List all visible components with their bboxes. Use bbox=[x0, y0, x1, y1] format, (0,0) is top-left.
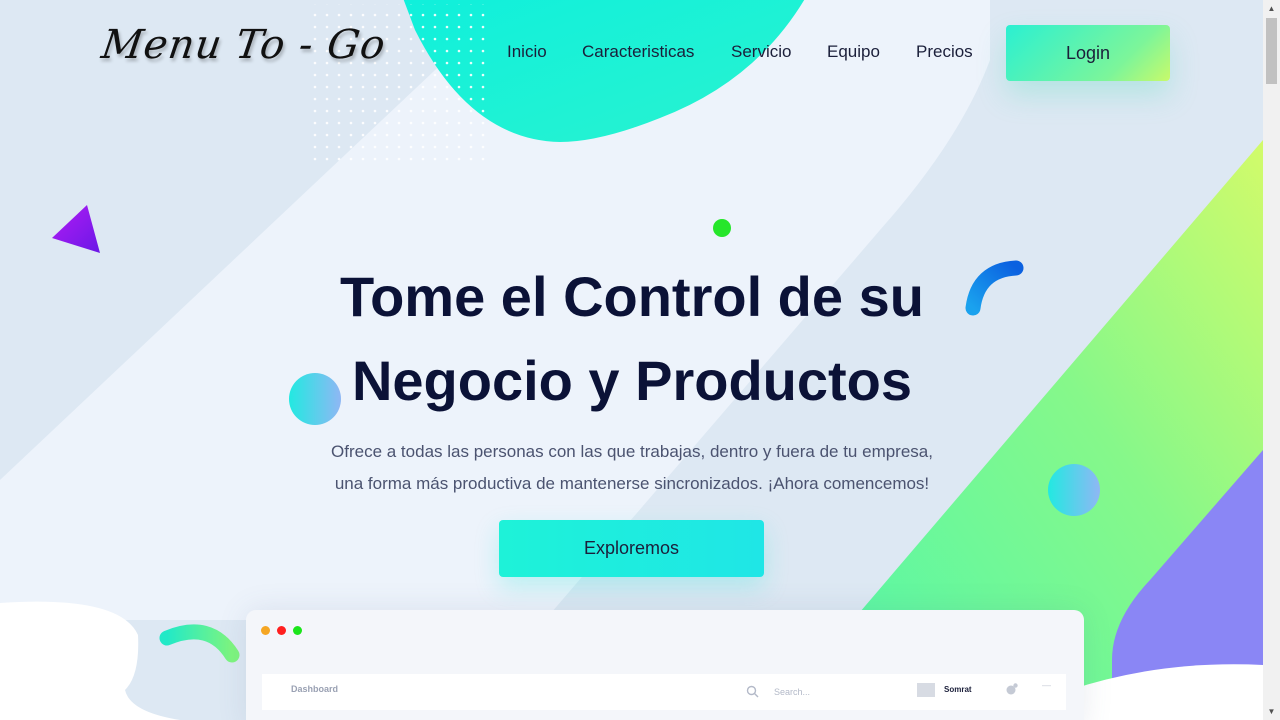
scroll-down-icon[interactable]: ▼ bbox=[1263, 703, 1280, 720]
nav-item-equipo[interactable]: Equipo bbox=[827, 42, 880, 62]
nav-item-caracteristicas[interactable]: Caracteristicas bbox=[582, 42, 694, 62]
login-button[interactable]: Login bbox=[1006, 25, 1170, 81]
window-dot-orange bbox=[261, 626, 270, 635]
explore-button[interactable]: Exploremos bbox=[499, 520, 764, 577]
window-dot-green bbox=[293, 626, 302, 635]
dashboard-title: Dashboard bbox=[291, 684, 339, 694]
hero-title-line1: Tome el Control de su bbox=[340, 265, 924, 328]
search-icon bbox=[746, 685, 759, 698]
vertical-scrollbar[interactable]: ▲ ▼ bbox=[1263, 0, 1280, 720]
dashboard-preview: Dashboard Search... Somrat — bbox=[246, 610, 1084, 720]
hero-title: Tome el Control de su Negocio y Producto… bbox=[290, 255, 974, 423]
dashboard-search-input[interactable]: Search... bbox=[774, 687, 810, 697]
notification-icon bbox=[1006, 683, 1018, 695]
nav-item-servicio[interactable]: Servicio bbox=[731, 42, 791, 62]
nav-item-precios[interactable]: Precios bbox=[916, 42, 973, 62]
scroll-thumb[interactable] bbox=[1266, 18, 1277, 84]
hero-subtitle-line1: Ofrece a todas las personas con las que … bbox=[331, 442, 933, 461]
more-icon: — bbox=[1042, 680, 1051, 690]
window-dot-red bbox=[277, 626, 286, 635]
hero-title-line2: Negocio y Productos bbox=[351, 349, 913, 412]
brand-logo[interactable]: Menu To - Go bbox=[99, 22, 389, 68]
avatar bbox=[917, 683, 935, 697]
scroll-up-icon[interactable]: ▲ bbox=[1263, 0, 1280, 17]
dashboard-topbar: Dashboard Search... Somrat — bbox=[262, 674, 1066, 710]
hero-subtitle: Ofrece a todas las personas con las que … bbox=[300, 436, 964, 500]
nav-item-inicio[interactable]: Inicio bbox=[507, 42, 547, 62]
dashboard-user-name: Somrat bbox=[944, 685, 972, 694]
hero-subtitle-line2: una forma más productiva de mantenerse s… bbox=[334, 474, 930, 493]
page: Menu To - Go Inicio Caracteristicas Serv… bbox=[0, 0, 1263, 720]
